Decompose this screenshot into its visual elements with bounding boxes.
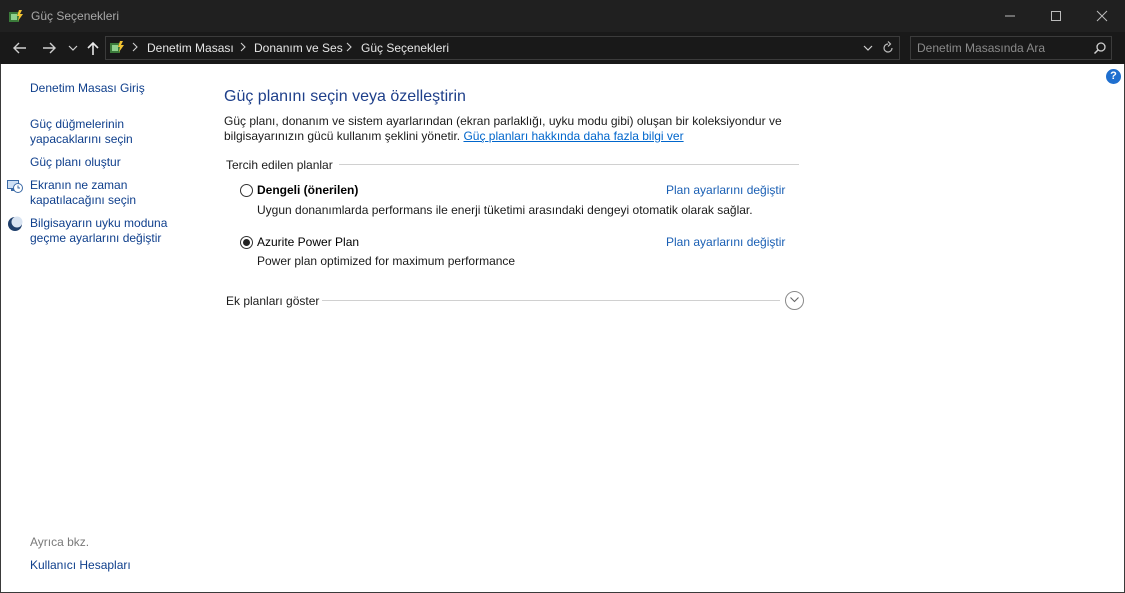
sidebar-link-label: Bilgisayarın uyku moduna [30, 216, 168, 230]
help-icon[interactable]: ? [1106, 69, 1121, 84]
close-icon [1096, 10, 1108, 22]
show-additional-plans-label[interactable]: Ek planları göster [226, 294, 319, 308]
back-button[interactable] [10, 38, 30, 58]
plan-balanced-description: Uygun donanımlarda performans ile enerji… [257, 203, 753, 217]
power-plans-help-link[interactable]: Güç planları hakkında daha fazla bilgi v… [463, 129, 683, 143]
page-title: Güç planını seçin veya özelleştirin [224, 88, 466, 105]
title-bar: Güç Seçenekleri [0, 0, 1125, 32]
breadcrumb-power-options[interactable]: Güç Seçenekleri [361, 41, 449, 55]
arrow-left-icon [13, 42, 26, 54]
navigation-bar: Denetim Masası Donanım ve Ses Güç Seçene… [0, 32, 1125, 64]
chevron-down-icon [790, 297, 799, 303]
plan-balanced-name[interactable]: Dengeli (önerilen) [257, 183, 358, 197]
power-options-icon [9, 10, 23, 22]
see-also-heading: Ayrıca bkz. [30, 535, 90, 549]
sidebar-link-label: kapatılacağını seçin [30, 193, 137, 207]
address-dropdown-icon[interactable] [862, 42, 874, 54]
minimize-icon [1005, 15, 1015, 17]
plan-azurite-settings-link[interactable]: Plan ayarlarını değiştir [666, 235, 785, 249]
sidebar-link-home[interactable]: Denetim Masası Giriş [30, 81, 145, 96]
search-input[interactable] [917, 40, 1077, 56]
monitor-clock-icon [7, 180, 23, 193]
refresh-icon[interactable] [881, 41, 895, 55]
chevron-down-icon [68, 45, 78, 51]
search-box[interactable] [910, 36, 1112, 60]
breadcrumb-chevron-icon [346, 42, 352, 52]
minimize-button[interactable] [987, 0, 1033, 32]
preferred-plans-heading: Tercih edilen planlar [226, 158, 339, 172]
sidebar-link-create-plan[interactable]: Güç planı oluştur [30, 155, 121, 170]
plan-azurite-description: Power plan optimized for maximum perform… [257, 254, 516, 268]
sidebar-link-sleep[interactable]: Bilgisayarın uyku moduna geçme ayarların… [30, 216, 167, 246]
sidebar-link-label: Ekranın ne zaman [30, 178, 128, 192]
power-options-location-icon [110, 41, 124, 53]
close-button[interactable] [1079, 0, 1125, 32]
breadcrumb-chevron-icon [240, 42, 246, 52]
forward-button[interactable] [39, 38, 59, 58]
plan-azurite-name[interactable]: Azurite Power Plan [257, 235, 359, 249]
sidebar-link-label: yapacaklarını seçin [30, 132, 133, 146]
address-box[interactable]: Denetim Masası Donanım ve Ses Güç Seçene… [105, 36, 900, 60]
window-title: Güç Seçenekleri [31, 9, 120, 23]
arrow-right-icon [43, 42, 56, 54]
divider [322, 300, 780, 301]
maximize-button[interactable] [1033, 0, 1079, 32]
arrow-up-icon [87, 41, 99, 55]
up-button[interactable] [84, 38, 104, 58]
plan-balanced-settings-link[interactable]: Plan ayarlarını değiştir [666, 183, 785, 197]
window-frame-left [0, 64, 1, 593]
show-additional-plans-button[interactable] [785, 291, 804, 310]
page-description: Güç planı, donanım ve sistem ayarlarında… [224, 114, 814, 144]
search-icon[interactable] [1093, 41, 1107, 55]
breadcrumb-hardware-sound[interactable]: Donanım ve Ses [254, 41, 343, 55]
recent-locations-button[interactable] [66, 38, 86, 58]
sleep-moon-icon [8, 216, 23, 231]
sidebar-link-display-off[interactable]: Ekranın ne zaman kapatılacağını seçin [30, 178, 136, 208]
sidebar-link-user-accounts[interactable]: Kullanıcı Hesapları [30, 558, 131, 573]
sidebar-link-label: Güç düğmelerinin [30, 117, 125, 131]
sidebar-link-label: geçme ayarlarını değiştir [30, 231, 162, 245]
breadcrumb-chevron-icon [132, 42, 138, 52]
breadcrumb-control-panel[interactable]: Denetim Masası [147, 41, 234, 55]
plan-balanced-radio[interactable] [240, 184, 253, 197]
maximize-icon [1051, 11, 1061, 21]
plan-azurite-radio[interactable] [240, 236, 253, 249]
sidebar-link-power-buttons[interactable]: Güç düğmelerinin yapacaklarını seçin [30, 117, 133, 147]
